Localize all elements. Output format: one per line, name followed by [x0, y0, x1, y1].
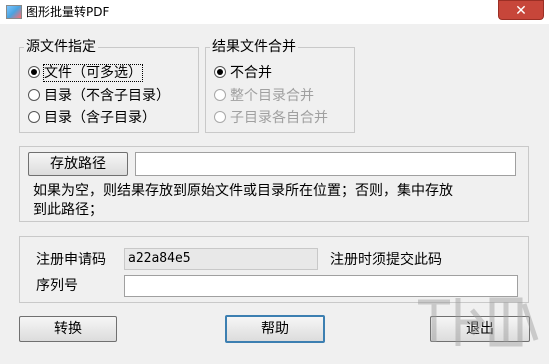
radio-label: 目录（含子目录） [44, 110, 156, 126]
output-hint-line2: 到此路径； [33, 202, 103, 218]
output-path-button[interactable]: 存放路径 [28, 152, 128, 176]
help-button[interactable]: 帮助 [225, 315, 325, 343]
watermark-logo [418, 297, 539, 347]
close-icon: ✕ [515, 3, 527, 19]
merge-group-legend: 结果文件合并 [210, 38, 298, 56]
radio-label: 整个目录合并 [230, 88, 314, 104]
app-icon [6, 5, 22, 19]
radio-indicator[interactable] [214, 89, 226, 101]
radio-merge-all[interactable]: 整个目录合并 [214, 86, 314, 106]
radio-source-dir[interactable]: 目录（不含子目录） [28, 86, 170, 106]
request-code-note: 注册时须提交此码 [330, 252, 442, 268]
radio-merge-subdirs[interactable]: 子目录各自合并 [214, 108, 328, 128]
title-bar: 图形批量转PDF ✕ [0, 0, 549, 24]
request-code-value: a22a84e5 [124, 248, 318, 270]
radio-indicator[interactable] [28, 66, 40, 78]
serial-label: 序列号 [36, 278, 78, 294]
radio-label: 子目录各自合并 [230, 110, 328, 126]
radio-indicator[interactable] [214, 66, 226, 78]
radio-merge-none[interactable]: 不合并 [214, 63, 272, 83]
radio-label: 目录（不含子目录） [44, 88, 170, 104]
convert-button[interactable]: 转换 [19, 316, 117, 342]
radio-indicator[interactable] [214, 111, 226, 123]
radio-source-dir-recursive[interactable]: 目录（含子目录） [28, 108, 156, 128]
source-group-legend: 源文件指定 [24, 38, 98, 56]
radio-label: 文件（可多选） [43, 64, 143, 82]
radio-indicator[interactable] [28, 89, 40, 101]
output-path-input[interactable] [135, 152, 516, 176]
radio-label: 不合并 [230, 65, 272, 81]
radio-indicator[interactable] [28, 111, 40, 123]
window-title: 图形批量转PDF [26, 5, 110, 19]
output-hint-line1: 如果为空，则结果存放到原始文件或目录所在位置；否则，集中存放 [33, 183, 453, 199]
close-button[interactable]: ✕ [498, 0, 544, 20]
radio-source-files[interactable]: 文件（可多选） [28, 63, 143, 83]
request-code-label: 注册申请码 [36, 252, 106, 268]
